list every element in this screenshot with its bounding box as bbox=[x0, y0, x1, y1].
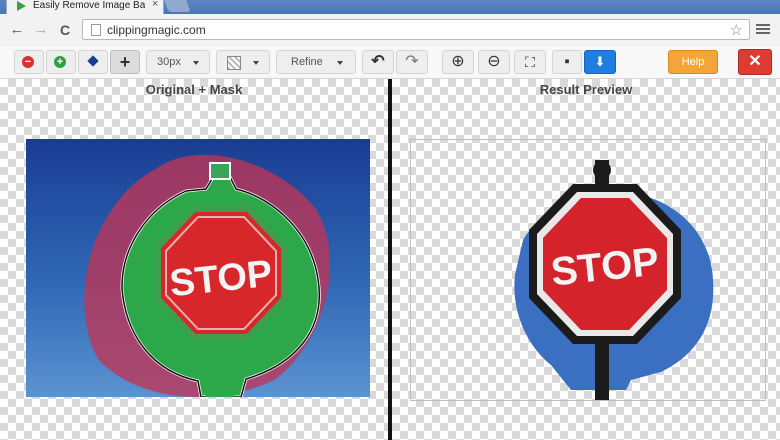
chevron-down-icon bbox=[253, 61, 259, 65]
floppy-disk-icon: ▪ bbox=[564, 53, 570, 70]
result-image: STOP bbox=[514, 160, 714, 400]
refine-label: Refine bbox=[291, 56, 323, 68]
original-mask-title: Original + Mask bbox=[145, 82, 243, 97]
chevron-down-icon bbox=[193, 61, 199, 65]
browser-navbar: ← → C clippingmagic.com ☆ bbox=[0, 14, 780, 47]
undo-button[interactable]: ↶ bbox=[362, 50, 394, 74]
page-icon bbox=[91, 24, 101, 36]
chevron-down-icon bbox=[337, 61, 343, 65]
editor-toolbar: − + + 30px Refine ↶ ↷ ⊕ ⊖ ⛶ ▪ ⬇ Help ✕ bbox=[0, 46, 780, 79]
plus-move-icon: + bbox=[119, 52, 131, 72]
tab-title: Easily Remove Image Bac bbox=[33, 0, 145, 11]
download-button[interactable]: ⬇ bbox=[584, 50, 616, 74]
result-preview-pane[interactable]: Result Preview STOP bbox=[392, 79, 780, 440]
redo-icon: ↷ bbox=[405, 53, 419, 70]
plus-circle-icon: + bbox=[54, 56, 66, 68]
reload-button[interactable]: C bbox=[56, 21, 74, 39]
original-photo[interactable]: STOP bbox=[26, 139, 370, 397]
background-select[interactable] bbox=[216, 50, 270, 74]
play-favicon-icon bbox=[17, 1, 26, 11]
mask-overlay: STOP bbox=[84, 154, 331, 397]
close-editor-button[interactable]: ✕ bbox=[738, 49, 772, 75]
forward-button[interactable]: → bbox=[32, 21, 50, 39]
checkerboard-icon bbox=[227, 56, 241, 70]
keep-brush-button[interactable]: + bbox=[46, 50, 76, 74]
zoom-in-icon: ⊕ bbox=[451, 53, 465, 70]
hair-brush-button[interactable] bbox=[78, 50, 108, 74]
brush-size-select[interactable]: 30px bbox=[146, 50, 210, 74]
undo-icon: ↶ bbox=[371, 53, 385, 70]
browser-tab[interactable]: Easily Remove Image Bac × bbox=[6, 0, 164, 14]
refine-select[interactable]: Refine bbox=[276, 50, 356, 74]
brush-size-value: 30px bbox=[157, 56, 181, 68]
url-text[interactable]: clippingmagic.com bbox=[107, 23, 206, 37]
zoom-out-button[interactable]: ⊖ bbox=[478, 50, 510, 74]
remove-brush-button[interactable]: − bbox=[14, 50, 44, 74]
help-button[interactable]: Help bbox=[668, 50, 718, 74]
move-tool-button[interactable]: + bbox=[110, 50, 140, 74]
result-preview-title: Result Preview bbox=[539, 82, 633, 97]
zoom-out-icon: ⊖ bbox=[487, 53, 501, 70]
bookmark-star-icon[interactable]: ☆ bbox=[730, 21, 743, 39]
address-bar[interactable]: clippingmagic.com ☆ bbox=[82, 19, 750, 40]
browser-window: Easily Remove Image Bac × ← → C clipping… bbox=[0, 0, 780, 440]
fit-view-button[interactable]: ⛶ bbox=[514, 50, 546, 74]
diamond-brush-icon bbox=[87, 55, 99, 67]
back-button[interactable]: ← bbox=[8, 21, 26, 39]
minus-circle-icon: − bbox=[22, 56, 34, 68]
browser-menu-icon[interactable] bbox=[756, 22, 770, 36]
tab-strip: Easily Remove Image Bac × bbox=[0, 0, 780, 14]
redo-button[interactable]: ↷ bbox=[396, 50, 428, 74]
tab-close-icon[interactable]: × bbox=[152, 0, 158, 10]
new-tab-button[interactable] bbox=[163, 0, 191, 12]
original-mask-pane[interactable]: Original + Mask STOP bbox=[0, 79, 388, 440]
save-button[interactable]: ▪ bbox=[552, 50, 582, 74]
fullscreen-icon: ⛶ bbox=[525, 54, 535, 70]
download-arrow-icon: ⬇ bbox=[594, 54, 606, 69]
zoom-in-button[interactable]: ⊕ bbox=[442, 50, 474, 74]
result-canvas[interactable]: STOP bbox=[410, 139, 766, 401]
